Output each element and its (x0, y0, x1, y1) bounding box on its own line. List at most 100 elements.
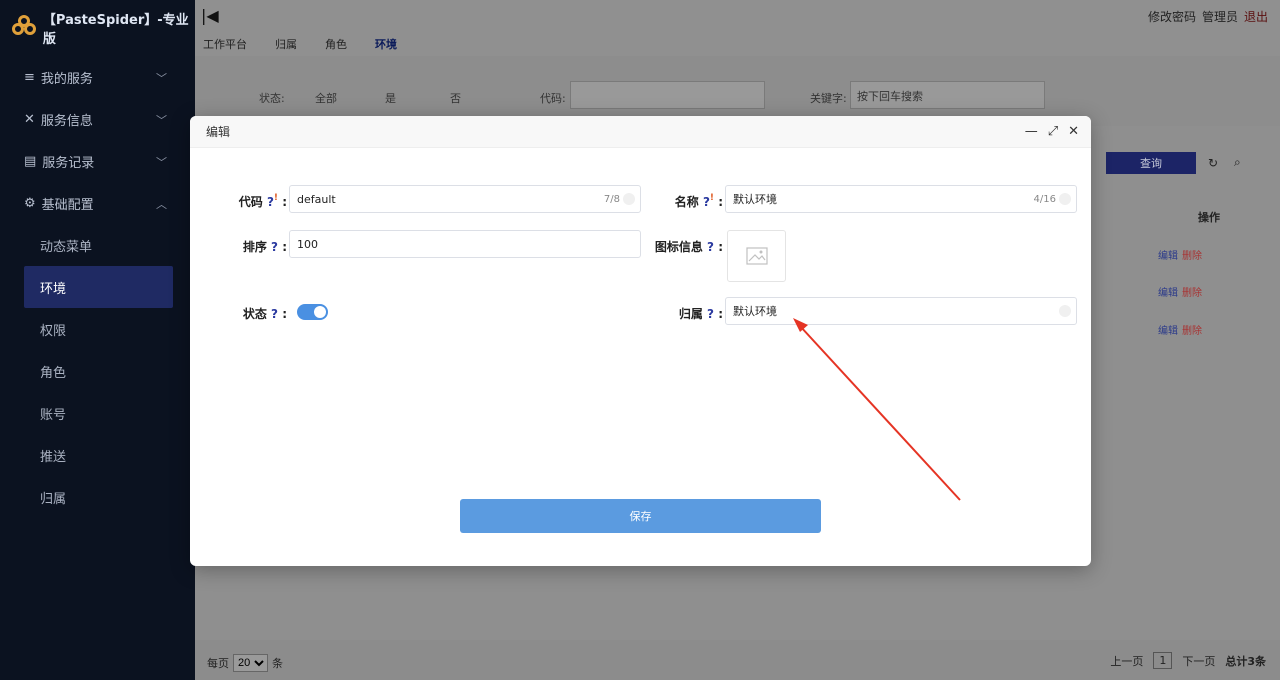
icon-info-label-text: 图标信息 (654, 240, 703, 254)
user-name[interactable]: 管理员 (1202, 8, 1238, 25)
edit-link[interactable]: 编辑 (1158, 284, 1178, 299)
sidebar-item-environment[interactable]: 环境 (24, 266, 173, 308)
icon-upload[interactable] (727, 230, 786, 282)
refresh-icon[interactable]: ↻ (1208, 156, 1218, 170)
keyword-filter-label: 关键字: (810, 92, 847, 105)
pager: 上一页 1 下一页 总计3条 (1110, 652, 1266, 669)
owner-label-text: 归属 (678, 307, 703, 321)
help-icon[interactable]: ? (707, 307, 714, 321)
status-label: 状态 ? : (242, 307, 287, 321)
sidebar-item-account[interactable]: 账号 (0, 392, 195, 434)
sidebar-item-role[interactable]: 角色 (0, 350, 195, 392)
logo[interactable]: 【PasteSpider】-专业版 (0, 0, 195, 56)
code-input[interactable]: default 7/8 (289, 185, 641, 213)
menu-basic-config[interactable]: ⚙ 基础配置 ︿ (0, 182, 195, 224)
help-icon[interactable]: ? (703, 195, 710, 209)
next-page-button[interactable]: 下一页 (1182, 653, 1215, 669)
file-icon: ▤ (24, 153, 37, 169)
status-label-text: 状态 (242, 307, 267, 321)
name-char-counter: 4/16 (1033, 194, 1056, 205)
menu-icon: ≡ (24, 69, 35, 85)
tab-owner[interactable]: 归属 (275, 36, 297, 52)
code-value: default (297, 192, 336, 206)
save-button[interactable]: 保存 (460, 499, 821, 533)
status-option-no[interactable]: 否 (450, 90, 461, 106)
code-label: 代码 ?! : (238, 193, 287, 209)
help-icon[interactable]: ? (707, 240, 714, 254)
code-filter-label: 代码: (540, 92, 566, 105)
close-icon[interactable]: ✕ (1068, 124, 1079, 139)
sidebar-item-dynamic-menu[interactable]: 动态菜单 (0, 224, 195, 266)
logout-link[interactable]: 退出 (1244, 8, 1268, 25)
sort-label: 排序 ? : (242, 240, 287, 254)
menu-service-info[interactable]: ✕ 服务信息 ﹀ (0, 98, 195, 140)
toggle-knob (314, 306, 326, 318)
per-page: 每页 20 条 (207, 654, 283, 672)
sidebar-item-permission[interactable]: 权限 (0, 308, 195, 350)
operation-column-header: 操作 (1198, 211, 1220, 224)
name-label-text: 名称 (674, 195, 699, 209)
per-page-unit: 条 (272, 657, 283, 670)
owner-value: 默认环境 (733, 305, 777, 318)
per-page-label: 每页 (207, 657, 229, 670)
help-icon[interactable]: ? (271, 240, 278, 254)
clear-icon[interactable] (1059, 305, 1071, 317)
code-label-text: 代码 (238, 195, 263, 209)
query-button[interactable]: 查询 (1106, 152, 1196, 174)
tab-workbench[interactable]: 工作平台 (203, 36, 247, 52)
status-option-yes[interactable]: 是 (385, 90, 396, 106)
total-count: 总计3条 (1225, 654, 1266, 668)
sidebar-item-push[interactable]: 推送 (0, 434, 195, 476)
required-icon: ! (273, 193, 279, 203)
status-option-all[interactable]: 全部 (315, 90, 337, 106)
clear-icon[interactable] (623, 193, 635, 205)
collapse-back-icon[interactable]: |◀ (201, 6, 219, 25)
keyword-filter-input[interactable]: 按下回车搜索 (850, 81, 1045, 109)
chevron-down-icon: ﹀ (156, 156, 167, 169)
owner-label: 归属 ? : (678, 307, 723, 321)
gear-icon: ⚙ (24, 195, 36, 211)
per-page-select[interactable]: 20 (233, 654, 268, 672)
code-filter-input[interactable] (570, 81, 765, 109)
sort-label-text: 排序 (242, 240, 267, 254)
tab-role[interactable]: 角色 (325, 36, 347, 52)
prev-page-button[interactable]: 上一页 (1110, 653, 1143, 669)
owner-select[interactable]: 默认环境 (725, 297, 1077, 325)
table-row-actions: 编辑 删除 (1158, 322, 1202, 337)
edit-dialog: 编辑 — ⤢ ✕ 代码 ?! : default 7/8 名称 ?! : 默认环… (190, 116, 1091, 566)
page-tabs: 工作平台 归属 角色 环境 (203, 36, 397, 52)
logo-icon (12, 15, 37, 41)
dialog-title: 编辑 (206, 125, 231, 139)
change-password-link[interactable]: 修改密码 (1148, 8, 1196, 25)
menu-service-records[interactable]: ▤ 服务记录 ﹀ (0, 140, 195, 182)
icon-info-label: 图标信息 ? : (654, 240, 723, 254)
status-toggle[interactable] (297, 304, 328, 320)
search-icon[interactable]: ⌕ (1234, 155, 1241, 170)
menu-my-services[interactable]: ≡ 我的服务 ﹀ (0, 56, 195, 98)
logo-text: 【PasteSpider】-专业版 (42, 13, 189, 47)
page-number[interactable]: 1 (1153, 652, 1173, 669)
dialog-controls: — ⤢ ✕ (1025, 124, 1079, 139)
maximize-icon[interactable]: ⤢ (1048, 124, 1058, 139)
sidebar-item-owner[interactable]: 归属 (0, 476, 195, 518)
table-row-actions: 编辑 删除 (1158, 247, 1202, 262)
tab-environment[interactable]: 环境 (375, 36, 397, 52)
sidebar: 【PasteSpider】-专业版 ≡ 我的服务 ﹀ ✕ 服务信息 ﹀ ▤ 服务… (0, 0, 195, 680)
edit-link[interactable]: 编辑 (1158, 247, 1178, 262)
dialog-header: 编辑 — ⤢ ✕ (190, 116, 1091, 148)
clear-icon[interactable] (1059, 193, 1071, 205)
help-icon[interactable]: ? (267, 195, 274, 209)
edit-link[interactable]: 编辑 (1158, 322, 1178, 337)
delete-link[interactable]: 删除 (1182, 284, 1202, 299)
required-icon: ! (709, 193, 715, 203)
sort-input[interactable]: 100 (289, 230, 641, 258)
help-icon[interactable]: ? (271, 307, 278, 321)
status-filter-label: 状态: (259, 92, 285, 105)
chevron-down-icon: ﹀ (156, 72, 167, 85)
minimize-icon[interactable]: — (1025, 124, 1038, 139)
name-input[interactable]: 默认环境 4/16 (725, 185, 1077, 213)
chevron-up-icon: ︿ (156, 198, 167, 211)
name-label: 名称 ?! : (674, 193, 723, 209)
delete-link[interactable]: 删除 (1182, 247, 1202, 262)
delete-link[interactable]: 删除 (1182, 322, 1202, 337)
